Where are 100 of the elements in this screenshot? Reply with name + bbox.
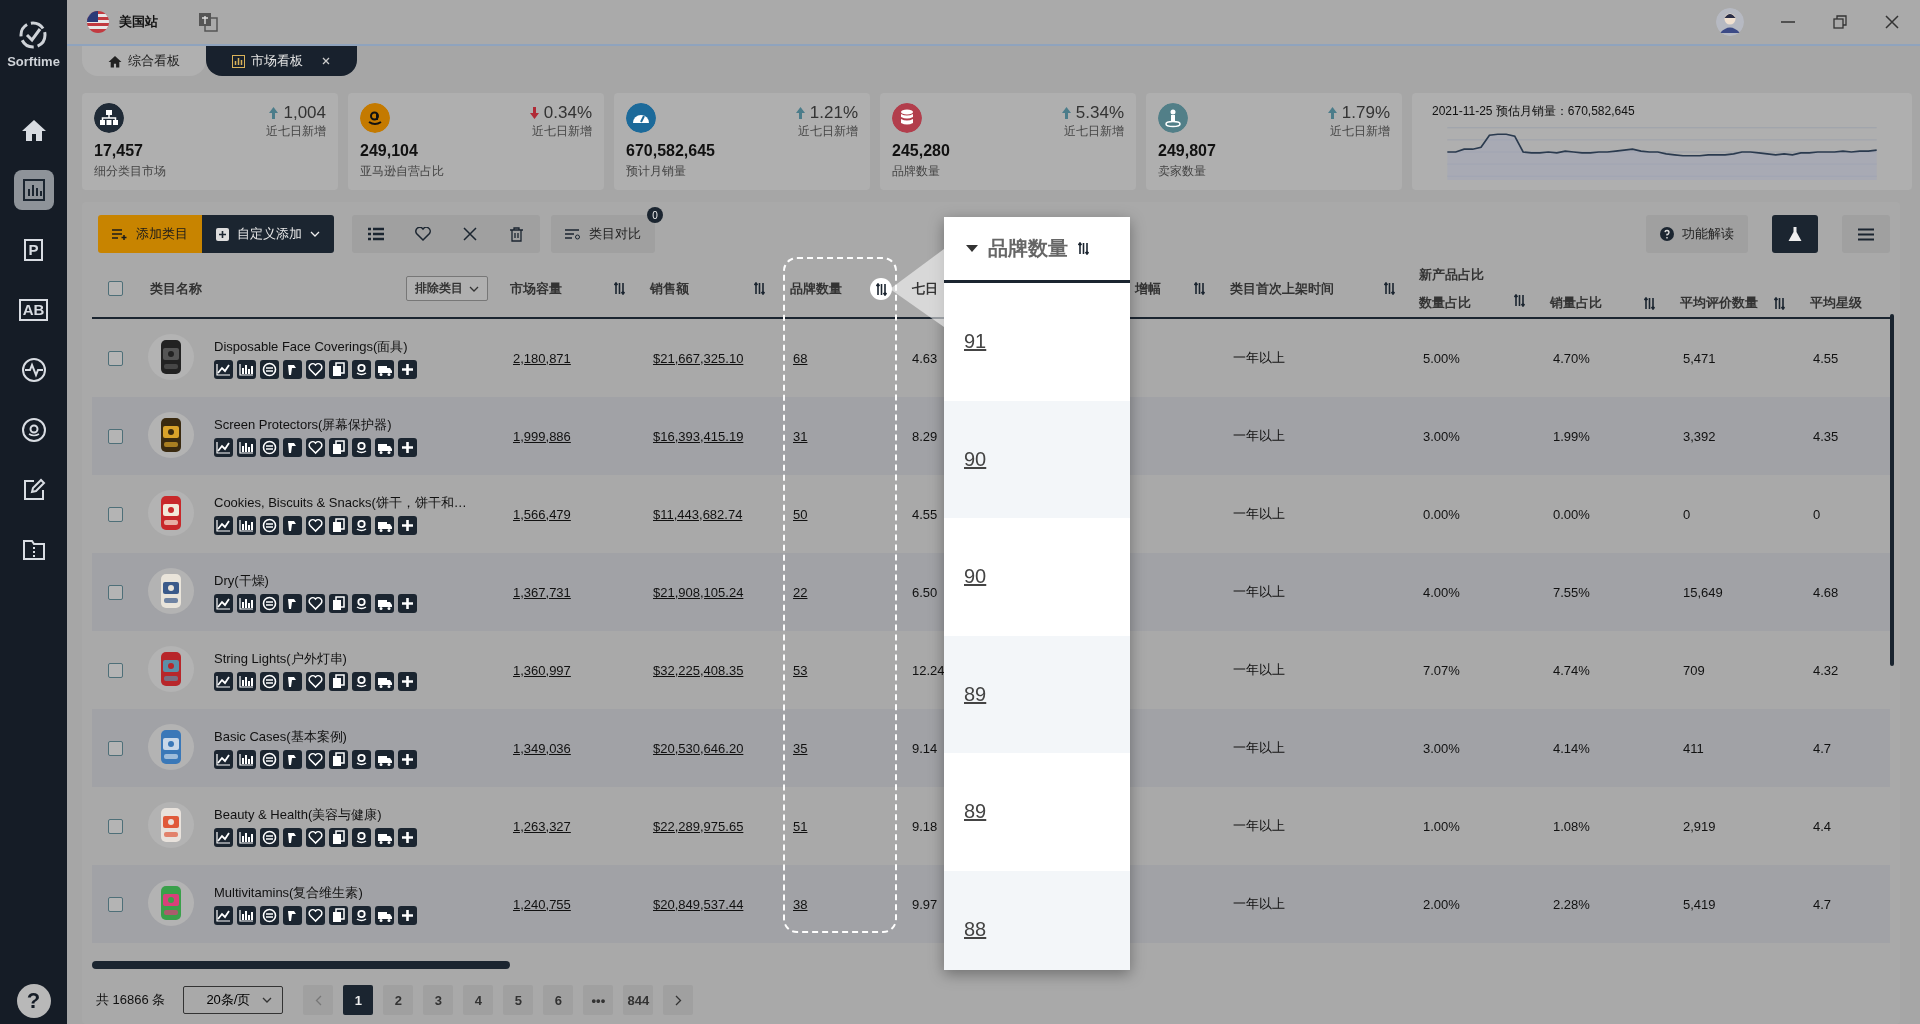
value-link[interactable]: 1,367,731 bbox=[513, 584, 571, 600]
value-link[interactable]: $32,225,408.35 bbox=[653, 662, 744, 678]
checkbox[interactable] bbox=[108, 281, 123, 296]
truck-icon[interactable] bbox=[375, 671, 394, 691]
smile-icon[interactable] bbox=[352, 671, 371, 691]
value-link[interactable]: 1,566,479 bbox=[513, 506, 571, 522]
value-link[interactable]: 91 bbox=[964, 330, 987, 354]
flask-button[interactable] bbox=[1772, 215, 1818, 253]
plus-icon[interactable] bbox=[398, 593, 417, 613]
exchange-icon[interactable] bbox=[260, 515, 279, 535]
plus-icon[interactable] bbox=[398, 359, 417, 379]
sidebar-item[interactable]: AB bbox=[13, 290, 54, 330]
sort-icon[interactable] bbox=[614, 282, 625, 295]
truck-icon[interactable] bbox=[375, 827, 394, 847]
checkbox[interactable] bbox=[108, 350, 123, 366]
truck-icon[interactable] bbox=[375, 905, 394, 925]
checkbox[interactable] bbox=[108, 584, 123, 600]
value-link[interactable]: 90 bbox=[964, 565, 987, 589]
restore-icon[interactable] bbox=[1832, 14, 1848, 30]
sort-icon[interactable] bbox=[1078, 242, 1089, 255]
copy-icon[interactable] bbox=[329, 359, 348, 379]
line-chart-icon[interactable] bbox=[214, 515, 233, 535]
exchange-icon[interactable] bbox=[260, 437, 279, 457]
exchange-icon[interactable] bbox=[260, 827, 279, 847]
value-link[interactable]: 1,349,036 bbox=[513, 740, 571, 756]
checkbox[interactable] bbox=[108, 740, 123, 756]
truck-icon[interactable] bbox=[375, 593, 394, 613]
value-link[interactable]: $11,443,682.74 bbox=[653, 506, 743, 522]
custom-add-button[interactable]: 自定义添加 bbox=[202, 215, 334, 253]
sort-icon[interactable] bbox=[1384, 282, 1395, 295]
value-link[interactable]: 1,360,997 bbox=[513, 662, 571, 678]
heart-icon[interactable] bbox=[306, 515, 325, 535]
copy-icon[interactable] bbox=[329, 515, 348, 535]
sort-icon[interactable] bbox=[754, 282, 765, 295]
bar-chart-icon[interactable] bbox=[237, 749, 256, 769]
value-link[interactable]: 1,240,755 bbox=[513, 896, 571, 912]
truck-icon[interactable] bbox=[375, 437, 394, 457]
bar-chart-icon[interactable] bbox=[237, 671, 256, 691]
translate-icon[interactable] bbox=[198, 12, 218, 32]
help-button[interactable]: 功能解读 bbox=[1646, 215, 1748, 253]
copy-icon[interactable] bbox=[329, 593, 348, 613]
page-size-dropdown[interactable]: 20条/页 bbox=[183, 986, 284, 1014]
page-button[interactable]: 1 bbox=[343, 985, 374, 1015]
smile-icon[interactable] bbox=[352, 905, 371, 925]
sidebar-item[interactable] bbox=[13, 170, 54, 210]
smile-icon[interactable] bbox=[352, 749, 371, 769]
plus-icon[interactable] bbox=[398, 749, 417, 769]
sort-icon[interactable] bbox=[1774, 296, 1785, 310]
truck-icon[interactable] bbox=[375, 359, 394, 379]
line-chart-icon[interactable] bbox=[214, 671, 233, 691]
page-button[interactable]: 3 bbox=[423, 985, 454, 1015]
value-link[interactable]: $21,667,325.10 bbox=[653, 350, 744, 366]
line-chart-icon[interactable] bbox=[214, 827, 233, 847]
value-link[interactable]: 38 bbox=[793, 896, 808, 912]
line-chart-icon[interactable] bbox=[214, 593, 233, 613]
heart-icon[interactable] bbox=[306, 437, 325, 457]
page-button[interactable]: 5 bbox=[503, 985, 534, 1015]
checkbox[interactable] bbox=[108, 662, 123, 678]
smile-icon[interactable] bbox=[352, 437, 371, 457]
value-link[interactable]: 1,263,327 bbox=[513, 818, 571, 834]
value-link[interactable]: $20,530,646.20 bbox=[653, 740, 744, 756]
value-link[interactable]: $20,849,537.44 bbox=[653, 896, 744, 912]
truck-icon[interactable] bbox=[375, 515, 394, 535]
value-link[interactable]: $21,908,105.24 bbox=[653, 584, 744, 600]
bar-chart-icon[interactable] bbox=[237, 905, 256, 925]
bar-chart-icon[interactable] bbox=[237, 827, 256, 847]
value-link[interactable]: 22 bbox=[793, 584, 808, 600]
exclude-dropdown[interactable]: 排除类目 bbox=[406, 276, 488, 301]
scrollbar[interactable] bbox=[92, 961, 510, 969]
value-link[interactable]: 90 bbox=[964, 447, 987, 471]
plus-icon[interactable] bbox=[398, 827, 417, 847]
sort-icon[interactable] bbox=[1644, 296, 1655, 310]
plus-icon[interactable] bbox=[398, 671, 417, 691]
value-link[interactable]: 1,999,886 bbox=[513, 428, 571, 444]
site-label[interactable]: 美国站 bbox=[119, 13, 158, 31]
value-link[interactable]: 88 bbox=[964, 917, 987, 941]
smile-icon[interactable] bbox=[352, 827, 371, 847]
value-link[interactable]: 68 bbox=[793, 350, 808, 366]
page-button[interactable]: 844 bbox=[623, 985, 654, 1015]
menu-button[interactable] bbox=[1842, 215, 1890, 253]
help-button[interactable]: ? bbox=[16, 984, 51, 1018]
sort-icon[interactable] bbox=[875, 282, 887, 296]
value-link[interactable]: 51 bbox=[793, 818, 808, 834]
checkbox[interactable] bbox=[108, 506, 123, 522]
exchange-icon[interactable] bbox=[260, 593, 279, 613]
add-category-button[interactable]: 添加类目 bbox=[98, 215, 202, 253]
truck-icon[interactable] bbox=[375, 749, 394, 769]
smile-icon[interactable] bbox=[352, 515, 371, 535]
page-button[interactable]: 6 bbox=[543, 985, 574, 1015]
plus-icon[interactable] bbox=[398, 437, 417, 457]
tab[interactable]: 市场看板 bbox=[206, 46, 357, 76]
value-link[interactable]: 35 bbox=[793, 740, 808, 756]
line-chart-icon[interactable] bbox=[214, 359, 233, 379]
value-link[interactable]: $16,393,415.19 bbox=[653, 428, 744, 444]
smile-icon[interactable] bbox=[352, 593, 371, 613]
heart-icon[interactable] bbox=[306, 905, 325, 925]
exchange-icon[interactable] bbox=[260, 905, 279, 925]
sort-icon[interactable] bbox=[1514, 293, 1525, 307]
copy-icon[interactable] bbox=[329, 749, 348, 769]
bar-chart-icon[interactable] bbox=[237, 593, 256, 613]
